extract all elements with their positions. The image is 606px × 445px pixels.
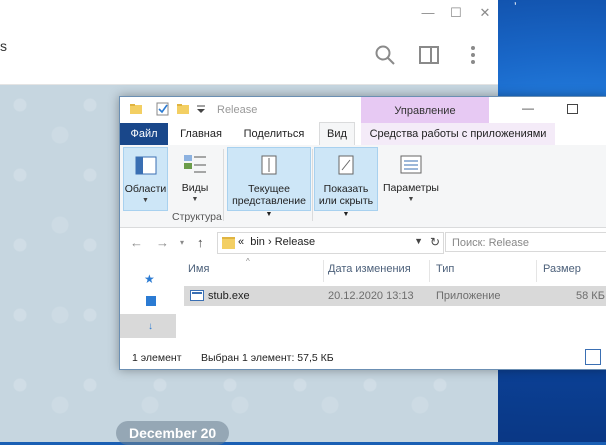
application-file-icon bbox=[190, 290, 204, 301]
address-row: ← → ▾ ↑ « bin › Release ▼ ↻ Поиск: Relea… bbox=[120, 228, 606, 258]
more-vertical-icon[interactable] bbox=[462, 44, 484, 66]
column-divider[interactable] bbox=[536, 260, 537, 282]
options-button[interactable]: Параметры ▼ bbox=[380, 147, 442, 209]
drive-icon[interactable] bbox=[146, 296, 156, 306]
tab-file[interactable]: Файл bbox=[120, 123, 168, 145]
breadcrumb-overflow[interactable]: « bbox=[238, 236, 244, 248]
column-header-date[interactable]: Дата изменения bbox=[328, 263, 411, 275]
chat-title-fragment: s bbox=[0, 38, 7, 54]
explorer-window: Release Управление — Файл Главная Подели… bbox=[119, 96, 606, 370]
show-hide-button[interactable]: Показать или скрыть ▼ bbox=[314, 147, 378, 218]
options-label: Параметры bbox=[383, 182, 439, 194]
views-label: Виды bbox=[181, 182, 209, 194]
file-row[interactable]: stub.exe 20.12.2020 13:13 Приложение 58 … bbox=[184, 286, 606, 306]
group-label-structure: Структура bbox=[172, 211, 222, 223]
layout-icon bbox=[184, 155, 206, 173]
show-hide-icon bbox=[338, 155, 354, 175]
context-tab-manage[interactable]: Управление bbox=[361, 97, 489, 123]
breadcrumb-bin[interactable]: bin bbox=[250, 236, 265, 248]
breadcrumb-separator: › bbox=[268, 236, 272, 248]
breadcrumb: « bin › Release bbox=[238, 236, 315, 248]
show-hide-label-2: или скрыть bbox=[318, 195, 374, 207]
chevron-down-icon: ▼ bbox=[191, 196, 199, 203]
mouse-cursor-icon: ʼ bbox=[514, 0, 517, 14]
date-separator-badge: December 20 bbox=[116, 421, 230, 445]
folder-icon bbox=[130, 104, 142, 114]
navigation-pane-icon bbox=[135, 156, 156, 175]
tab-home[interactable]: Главная bbox=[172, 123, 230, 145]
star-icon[interactable]: ★ bbox=[144, 272, 155, 286]
column-header-name[interactable]: Имя bbox=[188, 263, 209, 275]
show-hide-label-1: Показать bbox=[323, 183, 369, 195]
areas-label: Области bbox=[124, 183, 167, 195]
views-button[interactable]: Виды ▼ bbox=[174, 147, 216, 209]
navigation-pane: ★ ↓ bbox=[120, 258, 176, 340]
forward-arrow-icon[interactable]: → bbox=[156, 235, 169, 250]
minimize-button[interactable]: — bbox=[418, 3, 438, 23]
item-count: 1 элемент bbox=[132, 352, 182, 364]
current-view-icon bbox=[261, 155, 277, 175]
tab-app-tools[interactable]: Средства работы с приложениями bbox=[361, 123, 555, 145]
file-type: Приложение bbox=[436, 290, 501, 302]
quick-access-dropdown-icon[interactable] bbox=[194, 102, 208, 116]
group-separator bbox=[312, 149, 313, 221]
back-arrow-icon[interactable]: ← bbox=[130, 235, 143, 250]
recent-locations-dropdown-icon[interactable]: ▾ bbox=[180, 238, 184, 247]
address-dropdown-icon[interactable]: ▼ bbox=[414, 236, 423, 246]
column-divider[interactable] bbox=[323, 260, 324, 282]
minimize-button[interactable]: — bbox=[522, 101, 534, 115]
window-title: Release bbox=[217, 104, 258, 116]
address-bar[interactable]: « bin › Release ▼ ↻ bbox=[217, 232, 444, 254]
breadcrumb-release[interactable]: Release bbox=[275, 236, 315, 248]
ribbon-tabs: Файл Главная Поделиться Вид Средства раб… bbox=[120, 122, 606, 147]
new-folder-icon[interactable] bbox=[176, 102, 190, 116]
details-view-icon[interactable] bbox=[585, 349, 601, 365]
areas-button[interactable]: Области ▼ bbox=[123, 147, 168, 211]
maximize-button[interactable]: ☐ bbox=[446, 3, 466, 23]
search-input[interactable]: Поиск: Release bbox=[445, 232, 606, 252]
maximize-button[interactable] bbox=[567, 104, 578, 114]
status-bar: 1 элемент Выбран 1 элемент: 57,5 КБ bbox=[120, 347, 606, 369]
properties-check-icon[interactable] bbox=[156, 102, 170, 116]
column-header-size[interactable]: Размер bbox=[543, 263, 581, 275]
tab-view[interactable]: Вид bbox=[319, 122, 355, 147]
sort-ascending-icon: ^ bbox=[246, 257, 250, 266]
column-divider[interactable] bbox=[429, 260, 430, 282]
download-arrow-icon: ↓ bbox=[148, 321, 153, 332]
chevron-down-icon: ▼ bbox=[265, 211, 273, 218]
file-name: stub.exe bbox=[208, 290, 250, 302]
current-view-label-1: Текущее bbox=[248, 183, 290, 195]
selection-info: Выбран 1 элемент: 57,5 КБ bbox=[201, 352, 334, 364]
telegram-titlebar: — ☐ ✕ bbox=[0, 0, 498, 26]
chevron-down-icon: ▼ bbox=[407, 196, 415, 203]
sidebar-toggle-icon[interactable] bbox=[418, 44, 440, 66]
explorer-titlebar: Release Управление — bbox=[120, 97, 606, 123]
close-button[interactable]: ✕ bbox=[475, 3, 495, 23]
current-view-label-2: представление bbox=[232, 195, 306, 207]
file-size: 58 КБ bbox=[576, 290, 605, 302]
folder-icon bbox=[222, 237, 235, 249]
file-date: 20.12.2020 13:13 bbox=[328, 290, 414, 302]
chevron-down-icon: ▼ bbox=[342, 211, 350, 218]
group-separator bbox=[223, 149, 224, 221]
column-headers: ^ Имя Дата изменения Тип Размер bbox=[184, 257, 606, 284]
search-icon[interactable] bbox=[374, 44, 396, 66]
tab-share[interactable]: Поделиться bbox=[234, 123, 314, 145]
column-header-type[interactable]: Тип bbox=[436, 263, 454, 275]
ribbon: Области ▼ Виды ▼ Структура Текущее предс… bbox=[120, 145, 606, 228]
up-arrow-icon[interactable]: ↑ bbox=[197, 235, 204, 250]
options-icon bbox=[400, 155, 422, 174]
chevron-down-icon: ▼ bbox=[142, 197, 149, 204]
refresh-icon[interactable]: ↻ bbox=[430, 235, 440, 249]
current-view-button[interactable]: Текущее представление ▼ bbox=[227, 147, 311, 218]
